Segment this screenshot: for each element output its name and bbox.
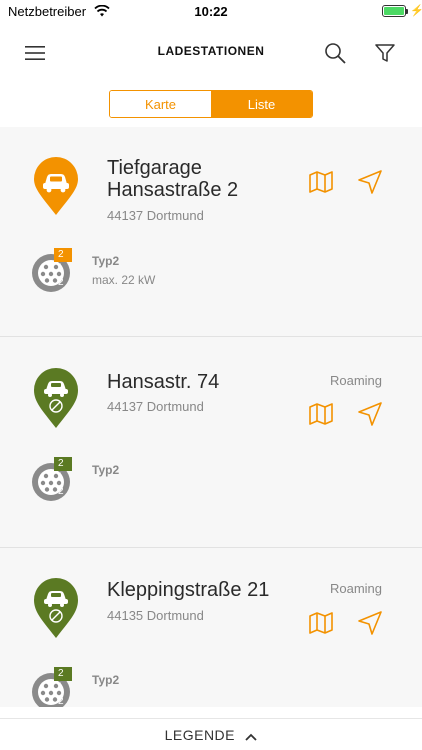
station-name-line1: Tiefgarage	[107, 157, 202, 179]
search-icon	[325, 43, 346, 64]
battery-tip	[406, 9, 408, 14]
filter-button[interactable]	[370, 38, 400, 68]
station-card[interactable]: Hansastr. 74 44137 Dortmund Roaming 2 / …	[0, 338, 422, 548]
station-card[interactable]: Kleppingstraße 21 44135 Dortmund Roaming	[0, 548, 422, 707]
station-address: 44137 Dortmund	[107, 399, 204, 414]
search-button[interactable]	[320, 38, 350, 68]
availability-badge: 2 / 2	[54, 248, 72, 288]
station-name: Tiefgarage Hansastraße 2	[107, 157, 238, 201]
station-address: 44135 Dortmund	[107, 608, 204, 623]
view-toggle: Karte Liste	[109, 90, 313, 118]
connector: 2 / 2	[30, 457, 72, 508]
station-address: 44137 Dortmund	[107, 208, 204, 223]
availability-badge: 2 / 2	[54, 457, 72, 497]
car-location-pin-icon	[34, 157, 78, 215]
map-icon[interactable]	[308, 612, 334, 634]
charging-bolt-icon: ⚡	[410, 5, 422, 17]
tab-list[interactable]: Liste	[211, 91, 312, 117]
tab-map[interactable]: Karte	[110, 91, 211, 117]
roaming-car-location-pin-icon	[34, 578, 78, 638]
legend-button[interactable]: LEGENDE	[0, 718, 422, 750]
connector-type: Typ2	[92, 254, 120, 268]
connector-power: max. 22 kW	[92, 273, 156, 287]
status-bar: Netzbetreiber 10:22 ⚡	[0, 0, 422, 22]
roaming-car-location-pin-icon	[34, 368, 78, 428]
station-name-line1: Hansastr. 74	[107, 371, 220, 393]
page-title: LADESTATIONEN	[157, 44, 265, 58]
station-name-line2: Hansastraße 2	[107, 179, 239, 201]
battery-icon	[382, 5, 406, 17]
station-name: Kleppingstraße 21	[107, 579, 269, 601]
chevron-up-icon	[245, 733, 258, 741]
station-card[interactable]: Tiefgarage Hansastraße 2 44137 Dortmund	[0, 127, 422, 337]
connector-type: Typ2	[92, 673, 120, 687]
connector: 2 / 2	[30, 667, 72, 707]
legend-label: LEGENDE	[164, 727, 236, 743]
station-list[interactable]: Tiefgarage Hansastraße 2 44137 Dortmund	[0, 127, 422, 707]
roaming-label: Roaming	[329, 581, 382, 596]
station-name: Hansastr. 74	[107, 371, 219, 393]
navigate-arrow-icon[interactable]	[357, 401, 383, 427]
connector-type: Typ2	[92, 463, 120, 477]
clock: 10:22	[194, 4, 228, 19]
availability-badge: 2 / 2	[54, 667, 72, 707]
station-name-line1: Kleppingstraße 21	[107, 579, 270, 601]
map-icon[interactable]	[308, 403, 334, 425]
navigate-arrow-icon[interactable]	[357, 610, 383, 636]
map-icon[interactable]	[308, 171, 334, 193]
navigation-bar: LADESTATIONEN	[0, 22, 422, 82]
roaming-label: Roaming	[329, 373, 382, 388]
connector: 2 / 2	[30, 248, 72, 299]
filter-icon	[375, 44, 395, 62]
navigate-arrow-icon[interactable]	[357, 169, 383, 195]
